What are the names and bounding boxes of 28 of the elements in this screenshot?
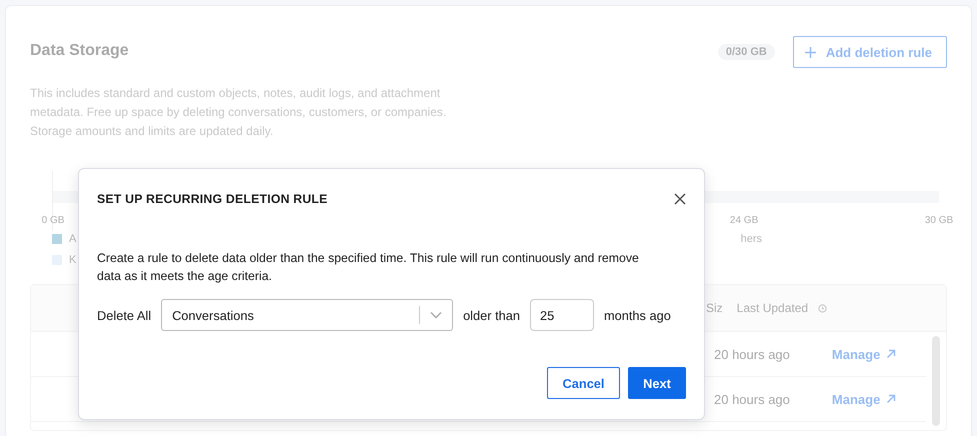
dialog-title: SET UP RECURRING DELETION RULE [97, 192, 328, 206]
cancel-button[interactable]: Cancel [547, 367, 620, 399]
months-input[interactable]: 25 [530, 299, 594, 331]
data-type-select[interactable]: Conversations [161, 299, 454, 331]
next-button[interactable]: Next [628, 367, 686, 399]
chevron-down-icon [430, 311, 442, 319]
page-title: Data Storage [30, 42, 129, 60]
dialog-description: Create a rule to delete data older than the specified time. This rule will run continuously and remove data as it meets the age criteria. [97, 250, 640, 285]
axis-label: 0 GB [42, 215, 64, 226]
field-label: Delete All [97, 308, 152, 322]
axis-label: 24 GB [730, 215, 758, 226]
legend-label: hers [740, 233, 762, 247]
table-cell: 20 hours ago [714, 392, 790, 406]
plus-icon [804, 46, 816, 58]
scrollbar[interactable] [932, 336, 940, 426]
field-label: months ago [604, 308, 671, 322]
column-header: Siz [706, 301, 723, 315]
field-label: older than [463, 308, 520, 322]
legend-label: A [69, 233, 76, 245]
clock-icon [818, 304, 828, 312]
axis-label: 30 GB [924, 215, 954, 226]
close-icon[interactable] [674, 193, 686, 205]
usage-badge: 0/30 GB [718, 44, 775, 60]
legend-label: K [69, 254, 76, 266]
column-header: Last Updated [736, 301, 808, 315]
external-arrow-icon [886, 394, 896, 404]
table-cell: 20 hours ago [714, 346, 790, 362]
external-arrow-icon [886, 349, 896, 359]
